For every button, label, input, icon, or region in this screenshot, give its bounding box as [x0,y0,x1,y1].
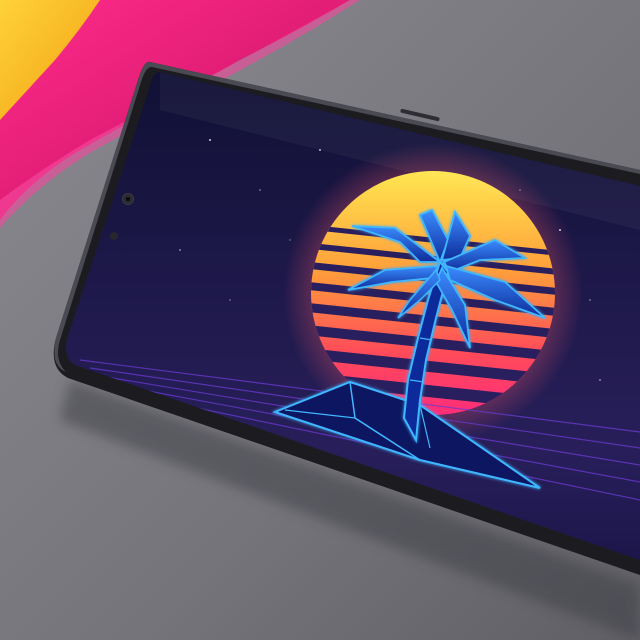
proximity-sensor-icon [110,232,118,240]
photo-scene [0,0,640,640]
